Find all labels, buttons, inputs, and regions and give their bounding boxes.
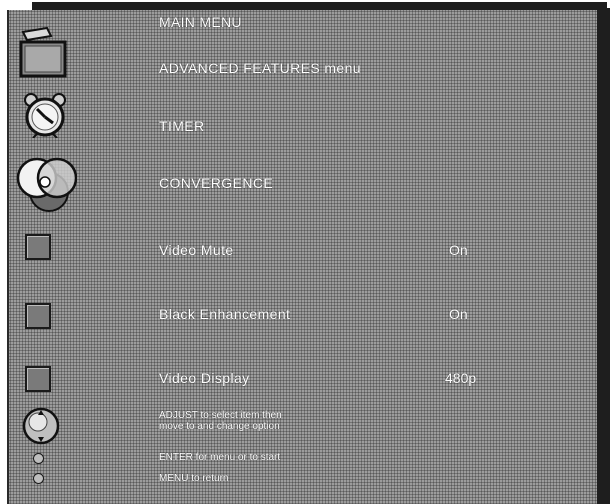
- help-adjust-line1: ADJUST to select item then: [159, 410, 282, 421]
- help-enter: ENTER for menu or to start: [159, 452, 281, 463]
- menu-item-video-mute[interactable]: Video Mute: [159, 242, 234, 258]
- video-mute-checkbox-icon[interactable]: [25, 234, 51, 260]
- menu-item-advanced-features[interactable]: ADVANCED FEATURES menu: [159, 60, 361, 76]
- video-mute-value[interactable]: On: [449, 242, 468, 258]
- help-menu: MENU to return: [159, 473, 229, 484]
- black-enhancement-checkbox-icon[interactable]: [25, 303, 51, 329]
- menu-item-video-display[interactable]: Video Display: [159, 370, 250, 386]
- joystick-icon: [21, 406, 61, 446]
- black-enhancement-value[interactable]: On: [449, 306, 468, 322]
- menu-item-convergence[interactable]: CONVERGENCE: [159, 175, 273, 191]
- enter-button-icon: [33, 453, 44, 464]
- convergence-circles-icon: [13, 156, 78, 212]
- folder-menu-icon: [13, 26, 67, 80]
- menu-button-icon: [33, 473, 44, 484]
- video-display-value[interactable]: 480p: [445, 370, 476, 386]
- video-display-checkbox-icon[interactable]: [25, 366, 51, 392]
- main-menu-panel: MAIN MENU ADVANCED FEATURES menu TIMER C…: [7, 10, 597, 504]
- menu-title: MAIN MENU: [159, 14, 242, 30]
- menu-item-timer[interactable]: TIMER: [159, 118, 205, 134]
- help-adjust-line2: move to and change option: [159, 421, 280, 432]
- menu-item-black-enhancement[interactable]: Black Enhancement: [159, 306, 290, 322]
- alarm-clock-icon: [23, 92, 67, 139]
